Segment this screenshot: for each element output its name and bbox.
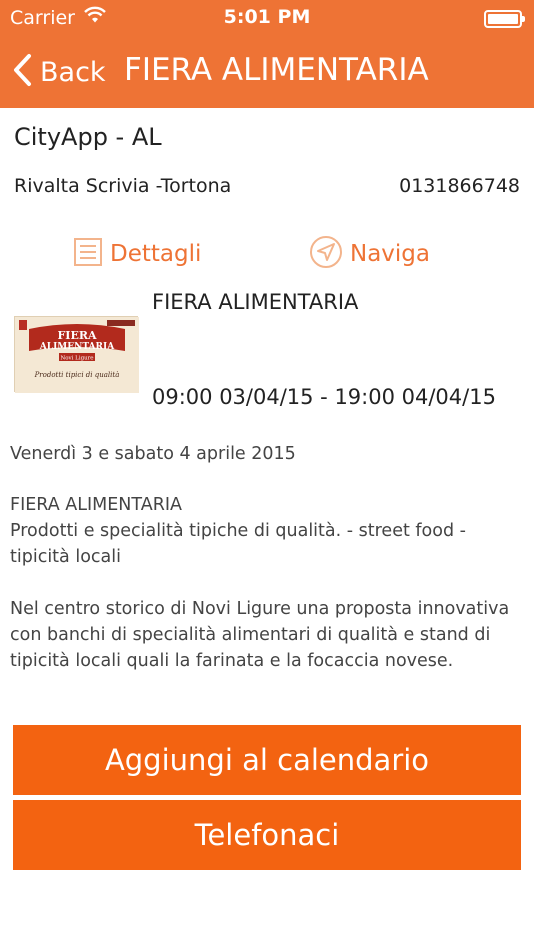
details-label: Dettagli xyxy=(110,241,202,267)
navigation-bar: Back FIERA ALIMENTARIA xyxy=(0,38,534,108)
add-to-calendar-button[interactable]: Aggiungi al calendario xyxy=(13,725,521,795)
back-button[interactable]: Back xyxy=(12,50,106,94)
navigate-button[interactable]: Naviga xyxy=(308,234,430,274)
event-title: FIERA ALIMENTARIA xyxy=(152,290,359,314)
event-image: FIERA ALIMENTARIA Novi Ligure Prodotti t… xyxy=(14,316,139,393)
image-text-tagline: Prodotti tipici di qualità xyxy=(34,371,120,379)
page-title: FIERA ALIMENTARIA xyxy=(124,52,429,88)
event-description-body: Nel centro storico di Novi Ligure una pr… xyxy=(10,599,510,671)
event-description-header: FIERA ALIMENTARIA Prodotti e specialità … xyxy=(10,492,526,570)
status-time: 5:01 PM xyxy=(223,6,311,28)
navigation-arrow-icon xyxy=(308,234,344,274)
call-button[interactable]: Telefonaci xyxy=(13,800,521,870)
back-label: Back xyxy=(40,56,106,88)
description-title: FIERA ALIMENTARIA xyxy=(10,495,182,515)
image-text-fiera: FIERA xyxy=(57,329,96,342)
event-date-line: Venerdì 3 e sabato 4 aprile 2015 xyxy=(10,444,296,464)
description-products: Prodotti e specialità tipiche di qualità… xyxy=(10,521,466,567)
image-text-alimentaria: ALIMENTARIA xyxy=(39,342,115,352)
status-bar: Carrier 5:01 PM xyxy=(0,0,534,38)
event-datetime: 09:00 03/04/15 - 19:00 04/04/15 xyxy=(152,385,496,409)
venue-location: Rivalta Scrivia -Tortona xyxy=(14,175,232,197)
list-icon xyxy=(72,236,104,272)
battery-icon xyxy=(484,10,525,28)
navigate-label: Naviga xyxy=(350,241,430,267)
chevron-left-icon xyxy=(12,53,32,91)
details-button[interactable]: Dettagli xyxy=(72,234,201,274)
app-name: CityApp - AL xyxy=(14,123,162,151)
header-bar: Carrier 5:01 PM Back FIERA ALIMENTARIA xyxy=(0,0,534,108)
image-text-location: Novi Ligure xyxy=(60,356,93,362)
venue-phone[interactable]: 0131866748 xyxy=(399,175,520,197)
